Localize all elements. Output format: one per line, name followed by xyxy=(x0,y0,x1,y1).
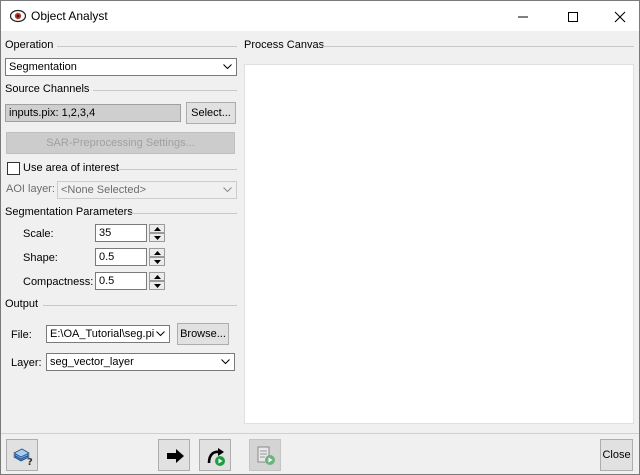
title-bar: Object Analyst xyxy=(1,1,639,31)
compactness-label: Compactness: xyxy=(23,276,94,288)
scale-step-up[interactable] xyxy=(149,224,165,233)
aoi-layer-value: <None Selected> xyxy=(61,184,147,196)
file-label: File: xyxy=(11,329,32,341)
scale-value: 35 xyxy=(99,227,112,239)
compactness-step-down[interactable] xyxy=(149,281,165,290)
arrow-right-icon xyxy=(167,449,184,463)
close-window-button[interactable] xyxy=(597,1,640,31)
output-layer-value: seg_vector_layer xyxy=(50,356,134,368)
layer-label: Layer: xyxy=(11,357,42,369)
segmentation-params-label: Segmentation Parameters xyxy=(5,206,133,218)
operation-label: Operation xyxy=(5,39,54,51)
batch-run-button[interactable] xyxy=(249,439,281,471)
source-channels-label: Source Channels xyxy=(5,83,90,95)
output-layer-select[interactable]: seg_vector_layer xyxy=(46,353,235,371)
document-play-icon xyxy=(257,446,275,465)
redo-play-icon xyxy=(207,448,225,466)
chevron-down-icon xyxy=(223,187,232,193)
eye-icon xyxy=(10,9,26,23)
arrow-down-icon xyxy=(154,284,161,288)
output-label: Output xyxy=(5,298,39,310)
help-button[interactable]: ? xyxy=(6,439,38,471)
operation-select[interactable]: Segmentation xyxy=(5,58,237,76)
close-icon xyxy=(614,11,626,23)
help-layers-icon: ? xyxy=(13,448,33,467)
scale-step-down[interactable] xyxy=(149,233,165,242)
close-button[interactable]: Close xyxy=(600,439,633,471)
minimize-icon xyxy=(518,16,528,18)
window-title: Object Analyst xyxy=(31,9,108,23)
output-divider xyxy=(43,305,237,306)
chevron-down-icon xyxy=(156,331,165,337)
scale-input[interactable]: 35 xyxy=(95,224,147,242)
compactness-step-up[interactable] xyxy=(149,272,165,281)
shape-value: 0.5 xyxy=(99,251,115,263)
chevron-down-icon xyxy=(221,359,230,365)
segmentation-divider xyxy=(129,213,237,214)
aoi-layer-label: AOI layer: xyxy=(6,183,55,195)
bottom-divider xyxy=(1,433,639,434)
scale-stepper[interactable] xyxy=(149,224,165,242)
shape-step-down[interactable] xyxy=(149,257,165,266)
compactness-stepper[interactable] xyxy=(149,272,165,290)
source-channels-divider xyxy=(93,90,237,91)
process-canvas-label: Process Canvas xyxy=(244,39,325,51)
minimize-button[interactable] xyxy=(500,1,546,31)
shape-label: Shape: xyxy=(23,252,58,264)
compactness-value: 0.5 xyxy=(99,275,115,287)
maximize-button[interactable] xyxy=(550,1,596,31)
browse-button[interactable]: Browse... xyxy=(177,323,229,345)
source-channels-value: inputs.pix: 1,2,3,4 xyxy=(9,107,96,119)
run-and-continue-button[interactable] xyxy=(199,439,231,471)
compactness-input[interactable]: 0.5 xyxy=(95,272,147,290)
sar-preprocessing-button[interactable]: SAR-Preprocessing Settings... xyxy=(6,132,235,154)
operation-divider xyxy=(57,46,237,47)
select-channels-button[interactable]: Select... xyxy=(186,102,236,124)
shape-stepper[interactable] xyxy=(149,248,165,266)
maximize-icon xyxy=(568,12,578,22)
svg-text:?: ? xyxy=(27,457,33,467)
run-button[interactable] xyxy=(158,439,190,471)
aoi-divider xyxy=(119,169,237,170)
output-file-value: E:\OA_Tutorial\seg.pi xyxy=(50,328,154,340)
operation-select-value: Segmentation xyxy=(9,61,77,73)
process-canvas[interactable] xyxy=(244,64,634,424)
arrow-down-icon xyxy=(154,236,161,240)
object-analyst-window: Object Analyst Operation Segmentation So… xyxy=(0,0,640,475)
use-aoi-checkbox[interactable] xyxy=(7,162,20,175)
aoi-layer-select[interactable]: <None Selected> xyxy=(57,181,237,199)
arrow-up-icon xyxy=(154,227,161,231)
arrow-up-icon xyxy=(154,251,161,255)
arrow-down-icon xyxy=(154,260,161,264)
process-canvas-divider xyxy=(323,46,634,47)
arrow-up-icon xyxy=(154,275,161,279)
use-aoi-label: Use area of interest xyxy=(23,162,119,174)
chevron-down-icon xyxy=(223,64,232,70)
shape-input[interactable]: 0.5 xyxy=(95,248,147,266)
output-file-select[interactable]: E:\OA_Tutorial\seg.pi xyxy=(46,325,170,343)
shape-step-up[interactable] xyxy=(149,248,165,257)
scale-label: Scale: xyxy=(23,228,54,240)
source-channels-field: inputs.pix: 1,2,3,4 xyxy=(5,104,181,122)
